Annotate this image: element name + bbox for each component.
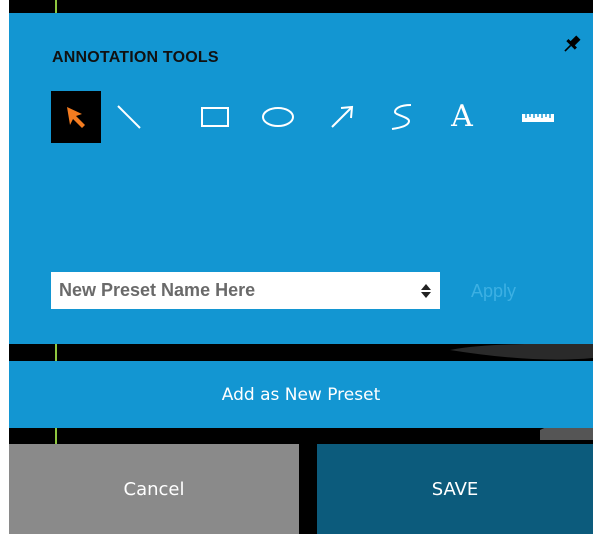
measurement-line <box>55 0 57 13</box>
preset-placeholder: New Preset Name Here <box>59 280 256 300</box>
line-icon <box>117 105 141 129</box>
ellipse-icon <box>262 107 294 127</box>
pin-icon[interactable] <box>561 33 583 55</box>
panel-title: ANNOTATION TOOLS <box>52 49 219 66</box>
left-edge <box>0 0 9 534</box>
rectangle-tool-button[interactable] <box>190 91 240 143</box>
ellipse-tool-button[interactable] <box>253 91 303 143</box>
text-icon: A <box>451 99 473 134</box>
freehand-icon <box>391 104 412 130</box>
ruler-icon <box>522 114 554 122</box>
select-updown-icon <box>421 283 431 298</box>
freehand-tool-button[interactable] <box>377 91 427 143</box>
pointer-tool-button[interactable] <box>51 91 101 143</box>
apply-button[interactable]: Apply <box>471 281 516 302</box>
preset-select[interactable]: New Preset Name Here <box>51 272 440 309</box>
ruler-tool-button[interactable] <box>513 91 563 143</box>
cancel-button[interactable]: Cancel <box>9 444 299 534</box>
measurement-line <box>55 428 57 444</box>
measurement-line <box>55 344 57 361</box>
line-tool-button[interactable] <box>104 91 154 143</box>
arrow-pointer-icon <box>67 107 85 128</box>
add-new-preset-button[interactable]: Add as New Preset <box>9 361 593 428</box>
save-button[interactable]: SAVE <box>317 444 593 534</box>
arrow-tool-button[interactable] <box>317 91 367 143</box>
annotation-tools-panel: ANNOTATION TOOLS A New Preset Name Here … <box>9 13 593 344</box>
rectangle-icon <box>201 107 229 127</box>
arrow-icon <box>331 105 354 128</box>
text-tool-button[interactable]: A <box>437 91 487 143</box>
